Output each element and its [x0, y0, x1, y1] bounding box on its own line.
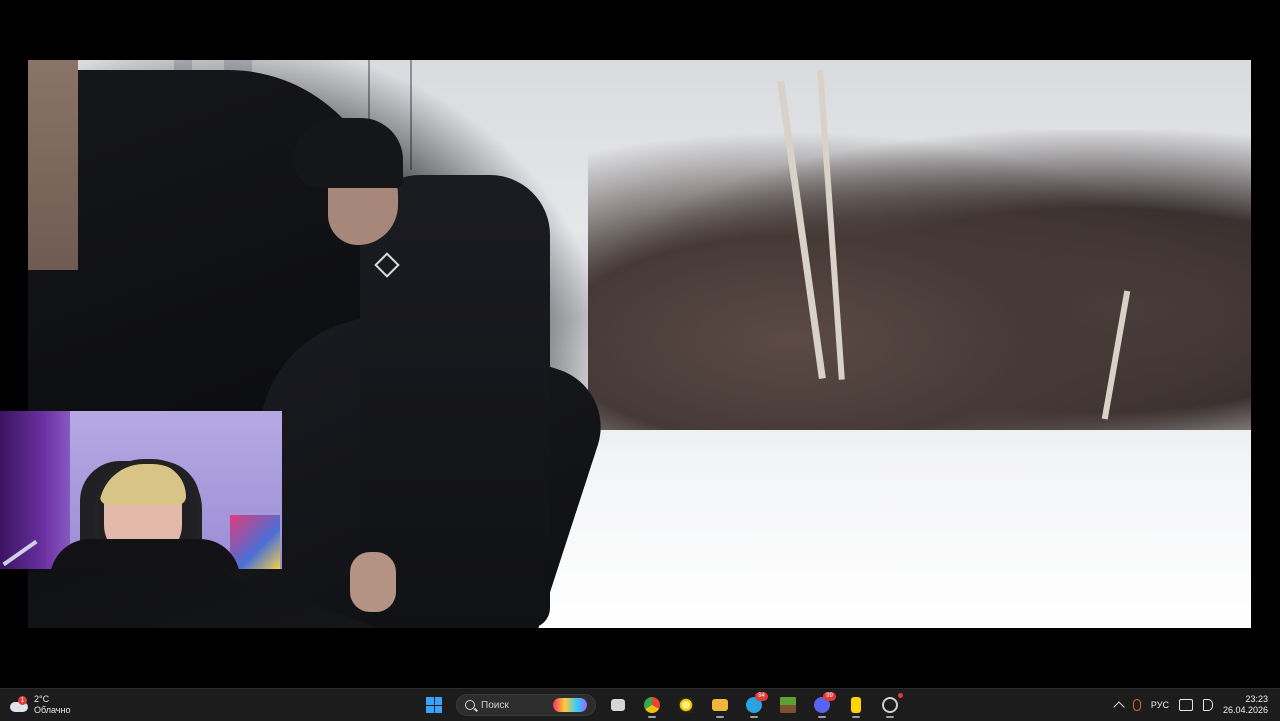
person-hand [350, 552, 396, 612]
obs-recording-badge [898, 693, 903, 698]
search-box[interactable]: Поиск [456, 694, 596, 716]
monitor-icon[interactable] [1178, 699, 1193, 711]
search-highlight-icon [553, 698, 587, 712]
windows-icon [426, 697, 442, 713]
speaker-icon[interactable] [1202, 699, 1213, 711]
taskbar-app-chrome[interactable] [638, 691, 666, 719]
clock[interactable]: 23:23 26.04.2026 [1223, 694, 1268, 716]
search-placeholder: Поиск [481, 699, 509, 711]
weather-temperature: 2°C [34, 694, 50, 704]
taskbar-app-obs[interactable] [876, 691, 904, 719]
taskbar-app-minecraft[interactable] [774, 691, 802, 719]
taskbar: 1 2°C Облачно Поиск 84 99 РУС 23:23 26.0… [0, 688, 1280, 721]
webcam-poster [230, 515, 280, 569]
taskbar-center: Поиск 84 99 [420, 691, 904, 719]
weather-widget[interactable]: 1 2°C Облачно [10, 692, 70, 718]
yellow-app-icon [851, 697, 861, 713]
weather-condition: Облачно [34, 705, 71, 715]
discord-icon: 99 [814, 692, 836, 713]
taskbar-app-file-explorer[interactable] [706, 691, 734, 719]
taskbar-app-discord[interactable]: 99 [808, 691, 836, 719]
person-back-cap [293, 118, 403, 188]
taskbar-app-yellow[interactable] [842, 691, 870, 719]
cloud-icon: 1 [10, 696, 28, 712]
chevron-up-icon[interactable] [1113, 701, 1125, 713]
taskbar-app-telegram[interactable]: 84 [740, 691, 768, 719]
start-button[interactable] [420, 691, 448, 719]
person-front-neck [28, 60, 78, 270]
weather-badge: 1 [18, 696, 27, 705]
chrome-icon [644, 697, 660, 713]
clock-date: 26.04.2026 [1222, 705, 1268, 715]
sun-icon [678, 697, 694, 713]
tree-line [588, 130, 1251, 430]
clock-time: 23:23 [1245, 694, 1268, 704]
webcam-overlay[interactable] [0, 411, 282, 569]
streamer-body [50, 539, 240, 569]
taskbar-app-solar[interactable] [672, 691, 700, 719]
headset-icon [94, 459, 202, 544]
folder-icon [712, 699, 728, 711]
obs-icon [882, 693, 903, 713]
system-tray: РУС 23:23 26.04.2026 [1113, 691, 1280, 719]
microphone-icon[interactable] [1132, 699, 1141, 711]
telegram-badge: 84 [755, 692, 768, 701]
task-view-icon [611, 699, 625, 711]
taskbar-app-task-view[interactable] [604, 691, 632, 719]
language-indicator[interactable]: РУС [1151, 700, 1169, 710]
discord-badge: 99 [823, 692, 836, 701]
minecraft-icon [780, 697, 796, 713]
search-icon [465, 700, 475, 710]
webcam-curtain [0, 411, 72, 569]
telegram-icon: 84 [746, 692, 768, 713]
